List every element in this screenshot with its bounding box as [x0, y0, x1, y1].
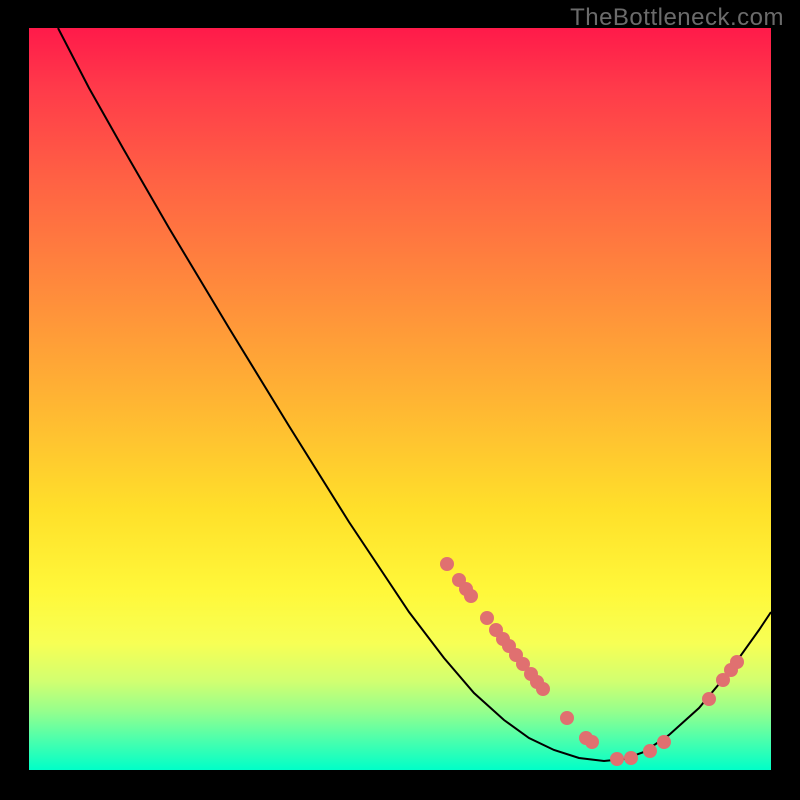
data-point [610, 752, 624, 766]
data-points [440, 557, 744, 766]
chart-area [29, 28, 771, 770]
bottleneck-curve [58, 28, 771, 761]
data-point [624, 751, 638, 765]
data-point [730, 655, 744, 669]
data-point [702, 692, 716, 706]
data-point [440, 557, 454, 571]
data-point [560, 711, 574, 725]
data-point [464, 589, 478, 603]
data-point [480, 611, 494, 625]
data-point [643, 744, 657, 758]
data-point [657, 735, 671, 749]
chart-svg [29, 28, 771, 770]
watermark-text: TheBottleneck.com [570, 4, 784, 32]
data-point [585, 735, 599, 749]
data-point [536, 682, 550, 696]
